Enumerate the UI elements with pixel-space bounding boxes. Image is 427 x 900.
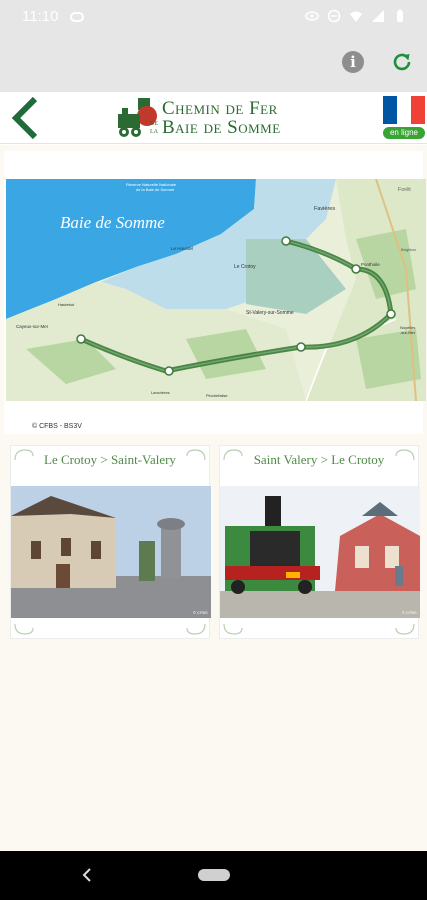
corner-ornament-icon: [186, 623, 206, 635]
corner-ornament-icon: [14, 623, 34, 635]
reserve-label-2: de la Baie de Somme: [136, 187, 175, 192]
main-content: Baie de Somme Réserve Naturelle National…: [0, 145, 427, 851]
cast-icon: [70, 12, 84, 22]
place-le-crotoy: Le Crotoy: [234, 264, 256, 270]
online-status-badge: en ligne: [383, 127, 425, 139]
place-st-valery: St-Valery-sur-Somme: [246, 310, 294, 316]
route-title: Saint Valery > Le Crotoy: [253, 452, 385, 467]
station-cayeux[interactable]: [76, 334, 86, 344]
place-hautebut: Hautebut: [58, 302, 75, 307]
cfbs-logo: Chemin de Fer DE LA Baie de Somme: [116, 96, 316, 140]
station-le-crotoy[interactable]: [281, 236, 291, 246]
place-pinchefalise: Pinchefalise: [206, 393, 228, 398]
logo-small-de: DE: [150, 121, 158, 127]
station-ponthoile[interactable]: [351, 264, 361, 274]
nav-home-pill[interactable]: [198, 869, 230, 881]
info-icon: i: [350, 53, 356, 71]
place-noyelles-2: -sur-Mer: [400, 330, 416, 335]
route-map[interactable]: Baie de Somme Réserve Naturelle National…: [6, 179, 426, 401]
do-not-disturb-icon: [327, 9, 341, 23]
system-navigation-bar: [0, 851, 427, 900]
place-forest: Forêt: [398, 187, 411, 193]
flag-stripe-white: [397, 96, 411, 124]
french-flag-language-button[interactable]: [383, 96, 425, 124]
wifi-icon: [350, 11, 362, 22]
nav-back-icon[interactable]: [80, 867, 94, 883]
flag-stripe-blue: [383, 96, 397, 124]
place-brighton: Brighton: [401, 247, 416, 252]
locomotive-photo-st-valery[interactable]: © CFBS: [220, 486, 420, 618]
flag-stripe-red: [411, 96, 425, 124]
signal-icon: [372, 10, 384, 22]
place-cayeux: Cayeux-sur-Mer: [16, 324, 49, 329]
place-favieres: Favières: [314, 206, 335, 212]
bay-label: Baie de Somme: [60, 213, 165, 232]
corner-ornament-icon: [395, 623, 415, 635]
status-time: 11:10: [22, 8, 59, 25]
station-lanchere[interactable]: [164, 366, 174, 376]
back-arrow-icon[interactable]: [8, 96, 42, 140]
route-title: Le Crotoy > Saint-Valery: [44, 452, 176, 467]
app-header: Chemin de Fer DE LA Baie de Somme: [0, 92, 427, 144]
station-st-valery[interactable]: [296, 342, 306, 352]
station-noyelles[interactable]: [386, 309, 396, 319]
battery-icon: [397, 9, 403, 22]
route-map-card[interactable]: Baie de Somme Réserve Naturelle National…: [4, 151, 426, 434]
place-ponthoile: Ponthoile: [361, 262, 380, 267]
place-lanchere: Lanchères: [151, 390, 170, 395]
info-button[interactable]: i: [342, 51, 364, 73]
photo-credit: © CFBS: [402, 610, 417, 615]
status-bar: 11:10: [0, 0, 427, 34]
logo-small-la: LA: [150, 129, 158, 135]
station-photo-le-crotoy[interactable]: © CFBS: [11, 486, 211, 618]
map-copyright: © CFBS - BS3V: [32, 423, 82, 430]
status-icons: [305, 9, 407, 23]
logo-title-line2: Baie de Somme: [162, 117, 281, 138]
place-le-hourdel: Le Hourdel: [171, 246, 193, 251]
refresh-icon[interactable]: [390, 50, 414, 74]
route-card-le-crotoy-saint-valery[interactable]: Le Crotoy > Saint-Valery © CFBS: [10, 445, 211, 639]
route-card-saint-valery-le-crotoy[interactable]: Saint Valery > Le Crotoy © CFBS: [219, 445, 420, 639]
eye-icon: [305, 11, 319, 21]
photo-credit: © CFBS: [193, 610, 208, 615]
corner-ornament-icon: [223, 623, 243, 635]
browser-toolbar: i: [0, 34, 427, 92]
